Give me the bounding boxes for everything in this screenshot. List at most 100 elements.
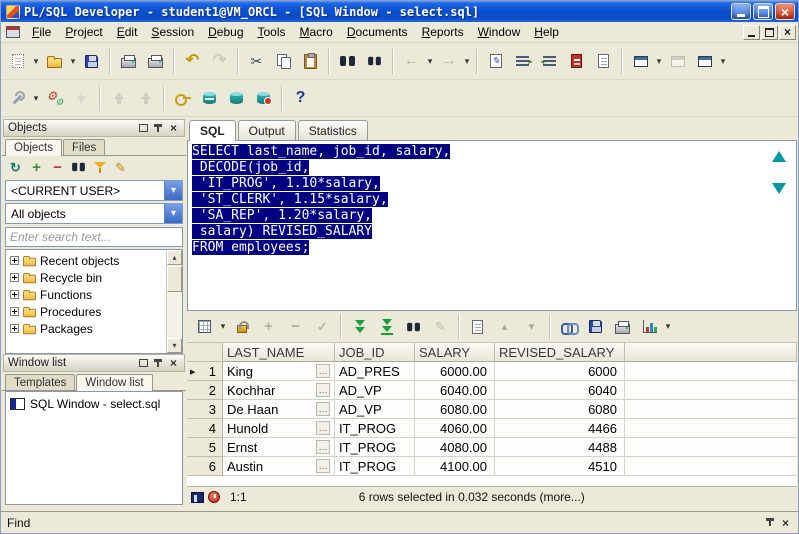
cell-ellipsis-button[interactable] xyxy=(316,364,330,378)
lock-button[interactable] xyxy=(229,314,254,339)
back-dropdown-icon[interactable] xyxy=(425,49,435,74)
new-sql-window-button[interactable] xyxy=(628,49,653,74)
dropdown-arrow-icon[interactable] xyxy=(164,181,182,200)
paste-button[interactable] xyxy=(298,49,323,74)
print-button[interactable] xyxy=(116,49,141,74)
cell-salary[interactable]: 4100.00 xyxy=(415,457,495,476)
row-number[interactable]: 3 xyxy=(187,400,223,419)
row-number[interactable]: 6 xyxy=(187,457,223,476)
edit-filter-button[interactable] xyxy=(111,158,130,177)
sort-ascending-button[interactable] xyxy=(492,314,517,339)
execute-button[interactable] xyxy=(69,86,94,111)
unindent-button[interactable] xyxy=(537,49,562,74)
database-export-button[interactable] xyxy=(251,86,276,111)
tab-sql[interactable]: SQL xyxy=(189,120,236,141)
chart-button[interactable] xyxy=(637,314,662,339)
cell-salary[interactable]: 4060.00 xyxy=(415,419,495,438)
cut-button[interactable] xyxy=(244,49,269,74)
find-next-button[interactable] xyxy=(362,49,387,74)
object-find-button[interactable] xyxy=(69,158,88,177)
open-button[interactable] xyxy=(42,49,67,74)
close-panel-icon[interactable] xyxy=(167,357,180,370)
scroll-thumb[interactable] xyxy=(167,266,182,292)
object-filter-dropdown[interactable]: All objects xyxy=(5,203,183,224)
menu-project[interactable]: Project xyxy=(58,23,109,41)
pin-panel-icon[interactable] xyxy=(152,357,165,370)
row-number[interactable]: 1 xyxy=(187,362,223,381)
cell-ellipsis-button[interactable] xyxy=(316,402,330,416)
pin-panel-icon[interactable] xyxy=(152,122,165,135)
cell-last-name[interactable]: Ernst xyxy=(223,438,335,457)
macro-record-button[interactable] xyxy=(133,86,158,111)
menu-documents[interactable]: Documents xyxy=(340,23,415,41)
tab-objects[interactable]: Objects xyxy=(5,139,62,156)
window-arrange-button[interactable] xyxy=(692,49,717,74)
cell-revised-salary[interactable]: 6040 xyxy=(495,381,625,400)
scroll-down-icon[interactable] xyxy=(167,338,182,353)
menu-macro[interactable]: Macro xyxy=(293,23,340,41)
expand-icon[interactable] xyxy=(10,307,19,316)
database-button[interactable] xyxy=(224,86,249,111)
cell-revised-salary[interactable]: 4466 xyxy=(495,419,625,438)
configure-tools-button[interactable] xyxy=(5,86,30,111)
tab-window-list[interactable]: Window list xyxy=(76,374,152,391)
print-grid-button[interactable] xyxy=(610,314,635,339)
column-header-last-name[interactable]: LAST_NAME xyxy=(223,343,335,362)
copy-button[interactable] xyxy=(271,49,296,74)
cell-ellipsis-button[interactable] xyxy=(316,383,330,397)
menu-reports[interactable]: Reports xyxy=(415,23,471,41)
window-gray-button[interactable] xyxy=(665,49,690,74)
cell-ellipsis-button[interactable] xyxy=(316,459,330,473)
cell-last-name[interactable]: Hunold xyxy=(223,419,335,438)
help-button[interactable] xyxy=(288,86,313,111)
navigate-down-icon[interactable] xyxy=(772,183,786,194)
menu-window[interactable]: Window xyxy=(471,23,528,41)
cell-revised-salary[interactable]: 6000 xyxy=(495,362,625,381)
cell-revised-salary[interactable]: 4488 xyxy=(495,438,625,457)
cell-revised-salary[interactable]: 6080 xyxy=(495,400,625,419)
open-dropdown-icon[interactable] xyxy=(68,49,78,74)
tab-output[interactable]: Output xyxy=(238,120,296,140)
cell-job-id[interactable]: AD_VP xyxy=(335,400,415,419)
redo-button[interactable] xyxy=(207,49,232,74)
grid-options-button[interactable] xyxy=(192,314,217,339)
expand-icon[interactable] xyxy=(10,324,19,333)
sql-editor[interactable]: SELECT last_name, job_id, salary, DECODE… xyxy=(187,141,797,311)
cell-salary[interactable]: 6080.00 xyxy=(415,400,495,419)
grid-find-button[interactable] xyxy=(401,314,426,339)
forward-dropdown-icon[interactable] xyxy=(462,49,472,74)
fetch-all-button[interactable] xyxy=(374,314,399,339)
dropdown-arrow-icon[interactable] xyxy=(164,204,182,223)
window-list[interactable]: SQL Window - select.sql xyxy=(5,391,183,505)
scroll-up-icon[interactable] xyxy=(167,250,182,265)
indent-button[interactable] xyxy=(510,49,535,74)
tree-item-procedures[interactable]: Procedures xyxy=(6,303,182,320)
row-number[interactable]: 5 xyxy=(187,438,223,457)
chart-dropdown-icon[interactable] xyxy=(663,314,673,339)
cell-last-name[interactable]: Austin xyxy=(223,457,335,476)
title-bar[interactable]: PL/SQL Developer - student1@VM_ORCL - [S… xyxy=(1,1,798,22)
column-header-revised-salary[interactable]: REVISED_SALARY xyxy=(495,343,625,362)
sql-window-document-icon[interactable] xyxy=(6,26,20,38)
cell-last-name[interactable]: Kochhar xyxy=(223,381,335,400)
edit-page-button[interactable] xyxy=(483,49,508,74)
cell-last-name[interactable]: De Haan xyxy=(223,400,335,419)
float-panel-icon[interactable] xyxy=(137,357,150,370)
row-number[interactable]: 4 xyxy=(187,419,223,438)
back-button[interactable] xyxy=(399,49,424,74)
close-panel-icon[interactable] xyxy=(779,516,792,529)
delete-row-button[interactable] xyxy=(283,314,308,339)
menu-debug[interactable]: Debug xyxy=(201,23,250,41)
tab-statistics[interactable]: Statistics xyxy=(298,120,368,140)
break-status-icon[interactable] xyxy=(191,492,204,503)
sql-monitor-button[interactable] xyxy=(197,86,222,111)
users-button[interactable] xyxy=(170,86,195,111)
forward-button[interactable] xyxy=(436,49,461,74)
tree-item-packages[interactable]: Packages xyxy=(6,320,182,337)
new-sql-window-dropdown-icon[interactable] xyxy=(654,49,664,74)
cell-salary[interactable]: 6000.00 xyxy=(415,362,495,381)
edit-cell-button[interactable] xyxy=(428,314,453,339)
float-panel-icon[interactable] xyxy=(137,122,150,135)
pin-panel-icon[interactable] xyxy=(764,516,777,529)
cell-last-name[interactable]: King xyxy=(223,362,335,381)
